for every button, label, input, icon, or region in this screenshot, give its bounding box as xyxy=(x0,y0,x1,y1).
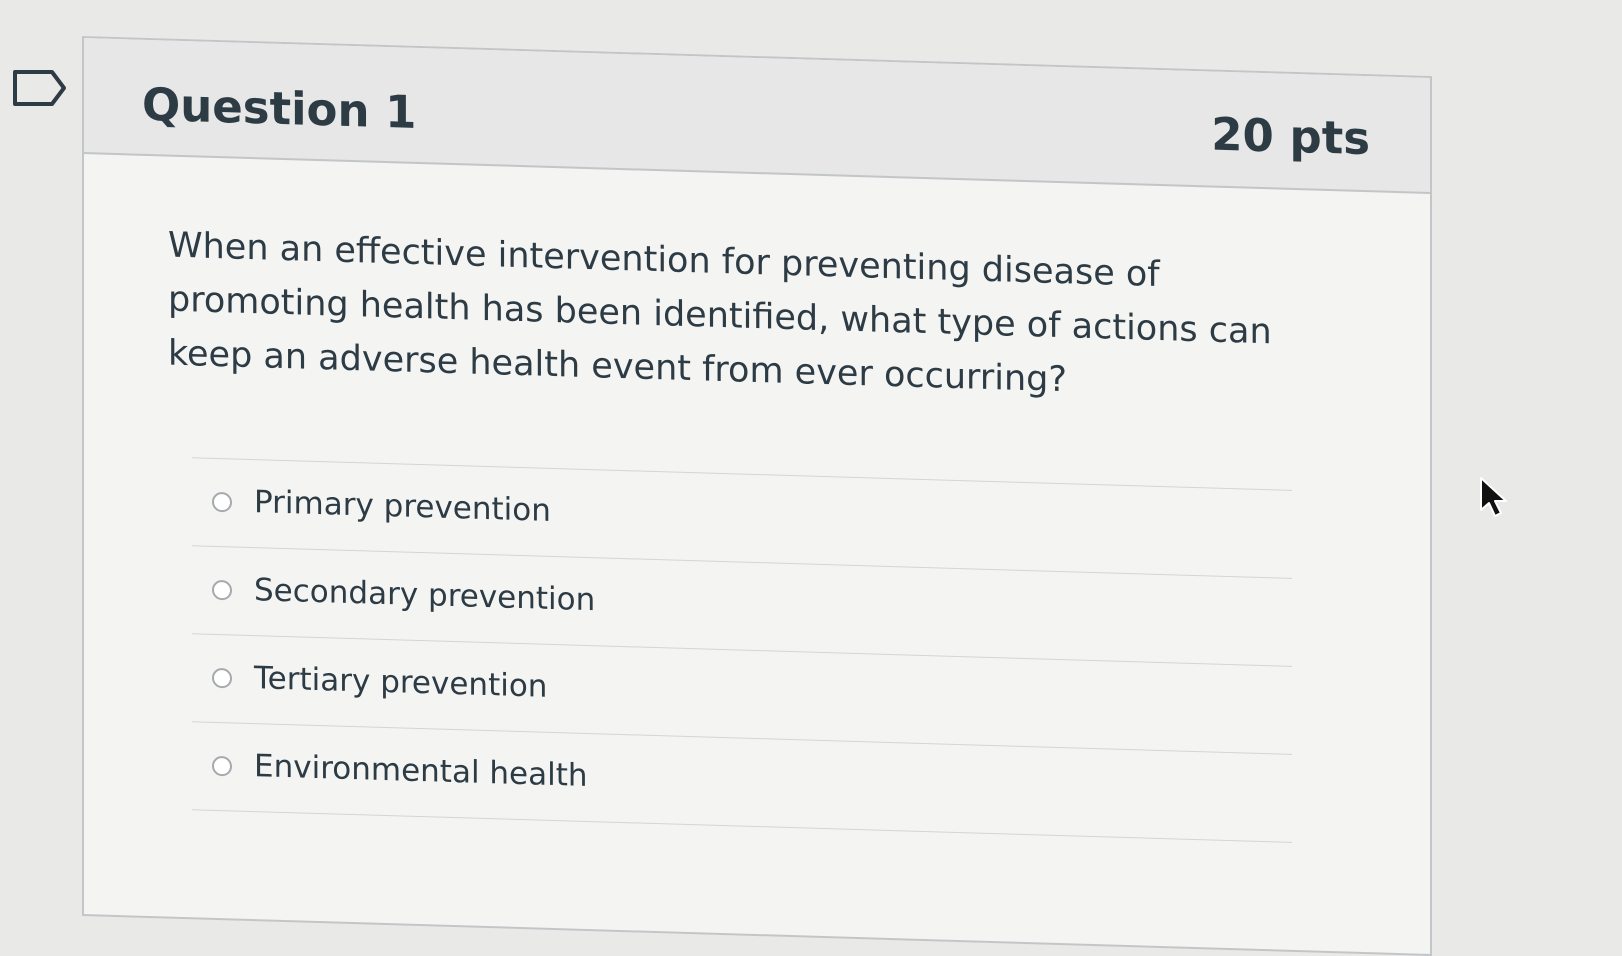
flag-question-icon[interactable] xyxy=(12,68,68,108)
answer-list: Primary prevention Secondary prevention … xyxy=(192,457,1292,843)
answer-label[interactable]: Secondary prevention xyxy=(254,572,595,618)
radio-button[interactable] xyxy=(212,491,232,513)
question-points: 20 pts xyxy=(1211,107,1370,166)
radio-button[interactable] xyxy=(212,579,232,601)
question-card: Question 1 20 pts When an effective inte… xyxy=(82,36,1432,956)
answer-label[interactable]: Environmental health xyxy=(254,748,588,794)
question-title: Question 1 xyxy=(142,77,417,139)
answer-label[interactable]: Tertiary prevention xyxy=(254,660,547,705)
answer-label[interactable]: Primary prevention xyxy=(254,484,551,529)
radio-button[interactable] xyxy=(212,755,232,777)
mouse-pointer-icon xyxy=(1480,477,1507,517)
question-body: When an effective intervention for preve… xyxy=(84,154,1430,954)
question-text: When an effective intervention for preve… xyxy=(168,225,1272,401)
radio-button[interactable] xyxy=(212,667,232,689)
